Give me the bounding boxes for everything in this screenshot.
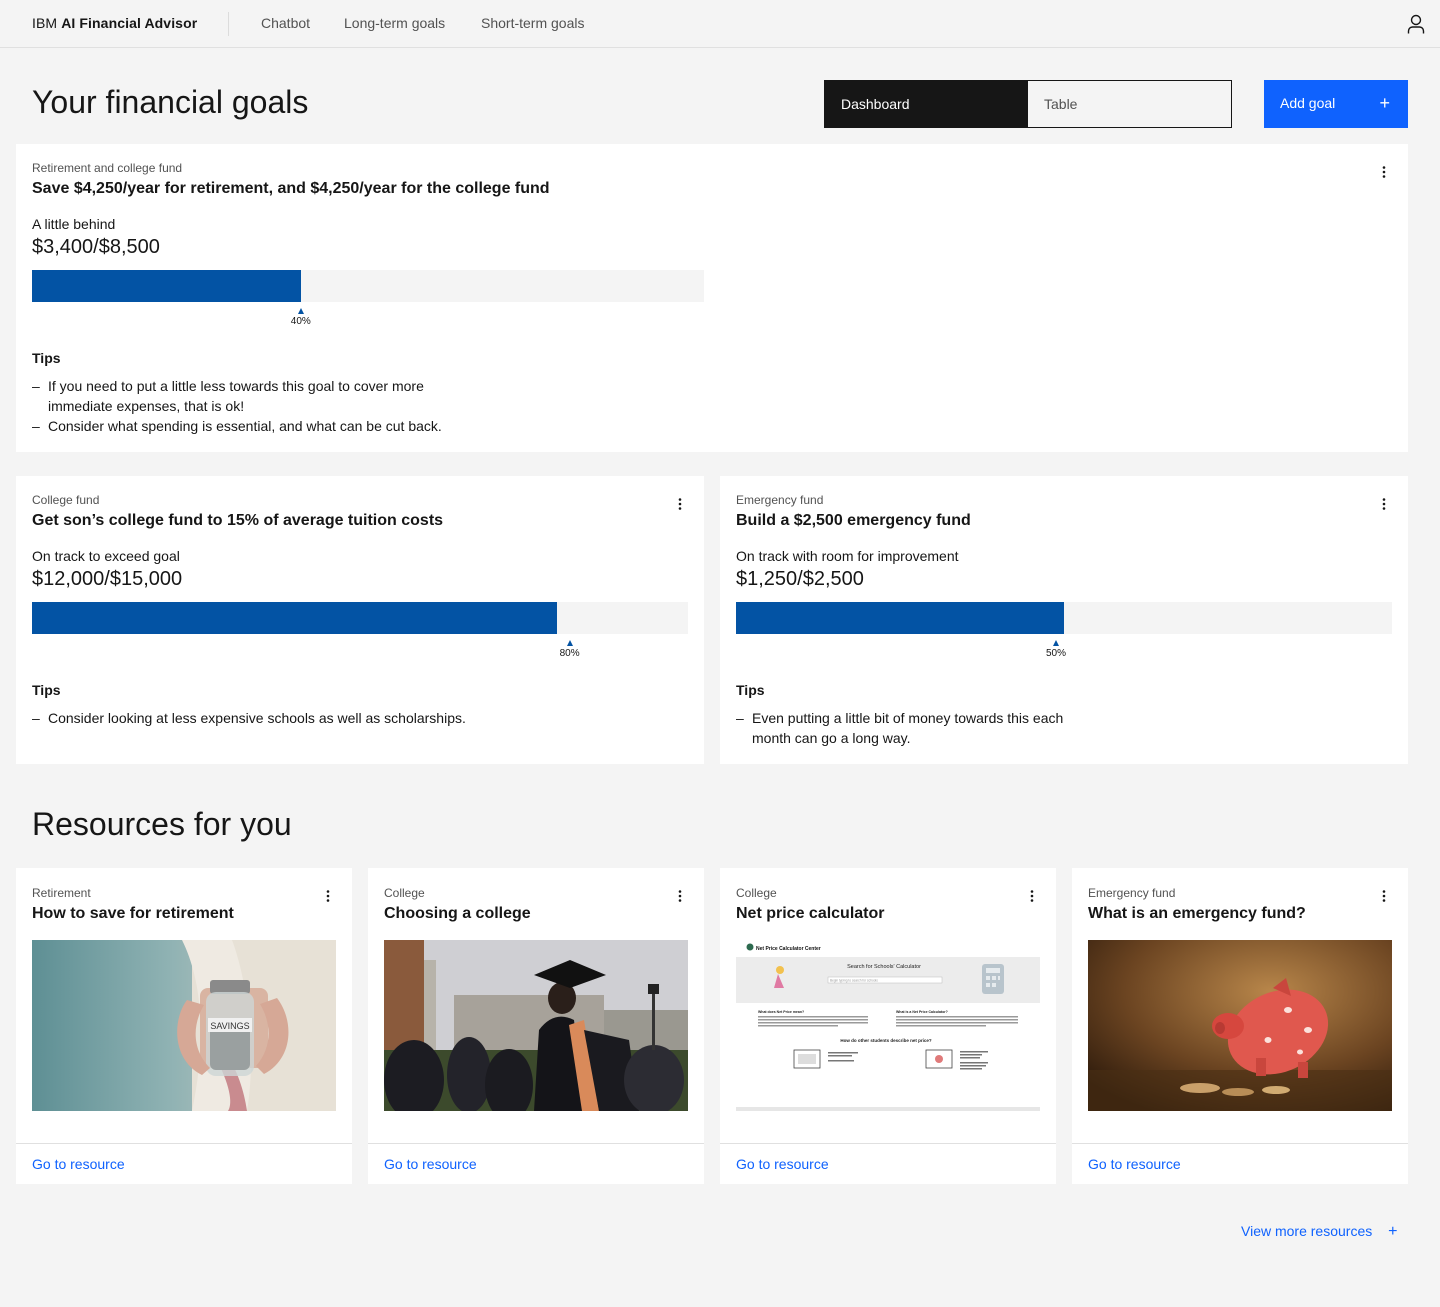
progress-percent: 80% xyxy=(559,648,580,659)
tips-heading: Tips xyxy=(32,682,61,698)
goal-category: Emergency fund xyxy=(736,493,824,507)
header-divider xyxy=(228,12,229,36)
calc-search-placeholder: Begin typing to search for schools xyxy=(830,979,878,983)
progress-fill xyxy=(32,602,557,634)
progress-fill xyxy=(736,602,1064,634)
overflow-menu-icon[interactable] xyxy=(1376,496,1392,512)
site-name: Net Price Calculator Center xyxy=(756,946,821,952)
goal-card-emergency-fund: Emergency fund Build a $2,500 emergency … xyxy=(720,476,1408,764)
tips-heading: Tips xyxy=(32,350,61,366)
overflow-menu-icon[interactable] xyxy=(1376,888,1392,904)
calc-search-title: Search for Schools' Calculator xyxy=(847,964,921,970)
progress-track xyxy=(736,602,1392,634)
card-divider xyxy=(1072,1143,1408,1144)
resource-card-emergency-fund: Emergency fund What is an emergency fund… xyxy=(1072,868,1408,1184)
resource-image-calculator-screenshot: Net Price Calculator Center Search for S… xyxy=(736,940,1040,1111)
progress-track xyxy=(32,270,704,302)
view-more-label: View more resources xyxy=(1241,1223,1373,1239)
resource-card-net-price: College Net price calculator Net Price C… xyxy=(720,868,1056,1184)
progress-marker: 80% xyxy=(555,640,585,659)
brand-prefix: IBM xyxy=(32,15,58,31)
goal-title: Save $4,250/year for retirement, and $4,… xyxy=(32,180,550,197)
add-goal-button[interactable]: Add goal + xyxy=(1264,80,1408,128)
tip-item: Even putting a little bit of money towar… xyxy=(736,708,1096,748)
goal-card-retirement-college: Retirement and college fund Save $4,250/… xyxy=(16,144,1408,452)
calc-question-1: What does Net Price mean? xyxy=(758,1010,804,1014)
go-to-resource-link[interactable]: Go to resource xyxy=(384,1156,477,1172)
jar-label: SAVINGS xyxy=(210,1021,249,1031)
progress-fill xyxy=(32,270,301,302)
resource-image-piggy-bank xyxy=(1088,940,1392,1111)
calc-question-3: How do other students describe net price… xyxy=(840,1038,932,1043)
goal-title: Build a $2,500 emergency fund xyxy=(736,512,971,529)
tab-table[interactable]: Table xyxy=(1028,81,1231,127)
overflow-menu-icon[interactable] xyxy=(1376,164,1392,180)
nav-item-long-term-goals[interactable]: Long-term goals xyxy=(344,15,445,31)
resource-title: How to save for retirement xyxy=(32,905,234,922)
calc-question-2: What is a Net Price Calculator? xyxy=(896,1010,948,1014)
resource-category: College xyxy=(384,886,425,900)
progress-marker: 40% xyxy=(286,308,316,327)
card-divider xyxy=(720,1143,1056,1144)
progress-marker-icon xyxy=(566,640,573,646)
overflow-menu-icon[interactable] xyxy=(1024,888,1040,904)
tips-heading: Tips xyxy=(736,682,765,698)
overflow-menu-icon[interactable] xyxy=(672,496,688,512)
resource-title: Net price calculator xyxy=(736,905,885,922)
overflow-menu-icon[interactable] xyxy=(672,888,688,904)
goal-category: College fund xyxy=(32,493,100,507)
progress-percent: 50% xyxy=(1045,648,1066,659)
nav-item-short-term-goals[interactable]: Short-term goals xyxy=(481,15,584,31)
card-divider xyxy=(368,1143,704,1144)
resource-category: Retirement xyxy=(32,886,91,900)
resources-heading: Resources for you xyxy=(32,806,292,842)
progress-marker-icon xyxy=(297,308,304,314)
resource-card-retirement: Retirement How to save for retirement SA… xyxy=(16,868,352,1184)
resource-category: College xyxy=(736,886,777,900)
tip-item: If you need to put a little less towards… xyxy=(32,376,472,416)
tab-dashboard[interactable]: Dashboard xyxy=(825,81,1028,127)
goal-status: On track with room for improvement xyxy=(736,548,959,564)
add-icon: + xyxy=(1379,93,1390,113)
goal-card-college-fund: College fund Get son’s college fund to 1… xyxy=(16,476,704,764)
nav-item-chatbot[interactable]: Chatbot xyxy=(261,15,310,31)
tip-item: Consider looking at less expensive schoo… xyxy=(32,708,552,728)
goal-status: A little behind xyxy=(32,216,116,232)
resource-title: What is an emergency fund? xyxy=(1088,905,1306,922)
resource-card-choosing-college: College Choosing a college Go to resourc… xyxy=(368,868,704,1184)
tips-list: If you need to put a little less towards… xyxy=(32,376,472,436)
user-icon[interactable] xyxy=(1404,12,1428,36)
go-to-resource-link[interactable]: Go to resource xyxy=(32,1156,125,1172)
card-divider xyxy=(16,1143,352,1144)
resource-image-graduation xyxy=(384,940,688,1111)
progress-marker: 50% xyxy=(1041,640,1071,659)
go-to-resource-link[interactable]: Go to resource xyxy=(736,1156,829,1172)
tips-list: Consider looking at less expensive schoo… xyxy=(32,708,552,728)
progress-percent: 40% xyxy=(290,316,311,327)
add-icon: + xyxy=(1388,1223,1398,1240)
view-more-resources-link[interactable]: View more resources + xyxy=(1241,1223,1397,1241)
app-brand[interactable]: IBM AI Financial Advisor xyxy=(32,15,197,31)
tip-item: Consider what spending is essential, and… xyxy=(32,416,472,436)
goal-title: Get son’s college fund to 15% of average… xyxy=(32,512,444,529)
view-switcher: Dashboard Table xyxy=(824,80,1232,128)
goal-status: On track to exceed goal xyxy=(32,548,180,564)
brand-name: AI Financial Advisor xyxy=(61,15,198,31)
resource-category: Emergency fund xyxy=(1088,886,1176,900)
goal-amount: $3,400/$8,500 xyxy=(32,236,160,258)
tips-list: Even putting a little bit of money towar… xyxy=(736,708,1096,748)
resource-image-savings-jar: SAVINGS xyxy=(32,940,336,1111)
go-to-resource-link[interactable]: Go to resource xyxy=(1088,1156,1181,1172)
app-header: IBM AI Financial Advisor Chatbot Long-te… xyxy=(0,0,1440,48)
goal-category: Retirement and college fund xyxy=(32,161,183,175)
progress-track xyxy=(32,602,688,634)
goal-amount: $1,250/$2,500 xyxy=(736,568,864,590)
overflow-menu-icon[interactable] xyxy=(320,888,336,904)
page-title: Your financial goals xyxy=(32,84,309,120)
goal-amount: $12,000/$15,000 xyxy=(32,568,183,590)
add-goal-label: Add goal xyxy=(1280,95,1336,111)
resource-title: Choosing a college xyxy=(384,905,531,922)
progress-marker-icon xyxy=(1053,640,1059,646)
